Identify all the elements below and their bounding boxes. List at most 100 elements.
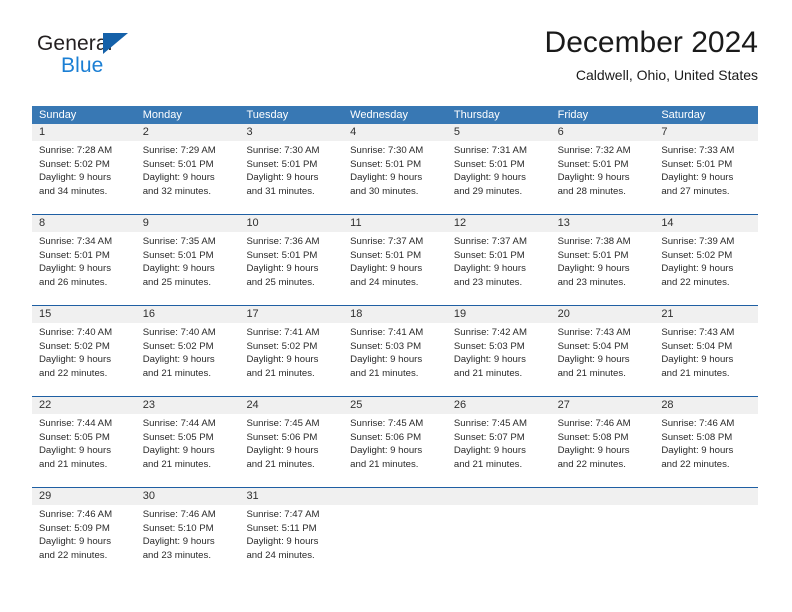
day-details: Sunrise: 7:32 AM Sunset: 5:01 PM Daylight:…	[551, 141, 655, 198]
day-details: Sunrise: 7:37 AM Sunset: 5:01 PM Daylight:…	[343, 232, 447, 289]
day-cell[interactable]: 12 Sunrise: 7:37 AM Sunset: 5:01 PM Dayligh…	[446, 215, 551, 292]
sunrise-text: Sunrise: 7:30 AM	[246, 145, 320, 156]
daylight-text-line1: Daylight: 9 hours	[557, 354, 630, 366]
day-cell[interactable]: 27 Sunrise: 7:46 AM Sunset: 5:08 PM Dayligh…	[550, 397, 655, 474]
logo-text-general: General	[37, 32, 113, 55]
daylight-text-line2: and 21 minutes.	[350, 458, 419, 470]
day-cell[interactable]: 1 Sunrise: 7:28 AM Sunset: 5:02 PM Daylight…	[32, 124, 136, 201]
daylight-text-line2: and 29 minutes.	[453, 185, 523, 197]
day-number: 10	[239, 215, 344, 232]
daylight-text-line2: and 24 minutes.	[350, 276, 419, 288]
sunset-text: Sunset: 5:02 PM	[39, 158, 110, 170]
day-cell[interactable]: 7 Sunrise: 7:33 AM Sunset: 5:01 PM Daylight…	[654, 124, 759, 201]
day-cell[interactable]: 20 Sunrise: 7:43 AM Sunset: 5:04 PM Dayligh…	[550, 306, 655, 383]
calendar-week-row: 8 Sunrise: 7:34 AM Sunset: 5:01 PM Daylight…	[32, 214, 759, 292]
day-details: Sunrise: 7:41 AM Sunset: 5:02 PM Daylight:…	[239, 323, 343, 380]
day-number: 13	[550, 215, 655, 232]
daylight-text-line2: and 22 minutes.	[557, 458, 626, 470]
calendar-grid: Sunday Monday Tuesday Wednesday Thursday…	[32, 106, 759, 565]
day-number: 30	[135, 488, 240, 505]
daylight-text-line1: Daylight: 9 hours	[246, 536, 319, 548]
day-details: Sunrise: 7:29 AM Sunset: 5:01 PM Daylight:…	[136, 141, 240, 198]
daylight-text-line2: and 21 minutes.	[350, 367, 419, 379]
sunset-text: Sunset: 5:10 PM	[142, 522, 214, 534]
day-number: 4	[343, 124, 447, 141]
daylight-text-line2: and 27 minutes.	[661, 185, 730, 197]
daylight-text-line1: Daylight: 9 hours	[39, 445, 111, 457]
day-cell[interactable]: 18 Sunrise: 7:41 AM Sunset: 5:03 PM Dayligh…	[343, 306, 447, 383]
day-cell[interactable]: 25 Sunrise: 7:45 AM Sunset: 5:06 PM Dayligh…	[343, 397, 447, 474]
daylight-text-line2: and 31 minutes.	[246, 185, 315, 197]
day-cell[interactable]: 15 Sunrise: 7:40 AM Sunset: 5:02 PM Dayligh…	[32, 306, 136, 383]
day-cell[interactable]: 29 Sunrise: 7:46 AM Sunset: 5:09 PM Dayligh…	[32, 488, 136, 565]
day-cell[interactable]: 19 Sunrise: 7:42 AM Sunset: 5:03 PM Dayligh…	[446, 306, 551, 383]
day-cell[interactable]: 13 Sunrise: 7:38 AM Sunset: 5:01 PM Dayligh…	[550, 215, 655, 292]
sunrise-text: Sunrise: 7:39 AM	[661, 236, 735, 247]
day-cell-empty	[550, 488, 655, 565]
sunset-text: Sunset: 5:06 PM	[246, 431, 318, 443]
day-cell[interactable]: 3 Sunrise: 7:30 AM Sunset: 5:01 PM Daylight…	[239, 124, 344, 201]
day-details: Sunrise: 7:38 AM Sunset: 5:01 PM Daylight:…	[551, 232, 655, 289]
day-cell[interactable]: 28 Sunrise: 7:46 AM Sunset: 5:08 PM Dayligh…	[654, 397, 759, 474]
daylight-text-line1: Daylight: 9 hours	[350, 354, 423, 366]
day-cell[interactable]: 21 Sunrise: 7:43 AM Sunset: 5:04 PM Dayligh…	[654, 306, 759, 383]
sunset-text: Sunset: 5:01 PM	[661, 158, 733, 170]
sunset-text: Sunset: 5:04 PM	[557, 340, 629, 352]
day-cell[interactable]: 17 Sunrise: 7:41 AM Sunset: 5:02 PM Dayligh…	[239, 306, 344, 383]
sunrise-text: Sunrise: 7:36 AM	[246, 236, 320, 247]
day-cell[interactable]: 9 Sunrise: 7:35 AM Sunset: 5:01 PM Daylight…	[135, 215, 240, 292]
day-cell[interactable]: 26 Sunrise: 7:45 AM Sunset: 5:07 PM Dayligh…	[446, 397, 551, 474]
day-number: 24	[239, 397, 344, 414]
general-blue-logo[interactable]: General Blue	[32, 32, 272, 84]
day-cell[interactable]: 31 Sunrise: 7:47 AM Sunset: 5:11 PM Dayligh…	[239, 488, 344, 565]
day-details: Sunrise: 7:45 AM Sunset: 5:06 PM Daylight:…	[239, 414, 343, 471]
sunrise-text: Sunrise: 7:43 AM	[661, 327, 735, 338]
sunrise-text: Sunrise: 7:32 AM	[557, 145, 631, 156]
day-cell[interactable]: 30 Sunrise: 7:46 AM Sunset: 5:10 PM Dayligh…	[135, 488, 240, 565]
day-cell[interactable]: 14 Sunrise: 7:39 AM Sunset: 5:02 PM Dayligh…	[654, 215, 759, 292]
sunrise-text: Sunrise: 7:28 AM	[39, 145, 113, 156]
sunset-text: Sunset: 5:09 PM	[39, 522, 110, 534]
daylight-text-line1: Daylight: 9 hours	[39, 536, 111, 548]
sunset-text: Sunset: 5:01 PM	[453, 158, 525, 170]
sunrise-text: Sunrise: 7:45 AM	[350, 418, 424, 429]
sunset-text: Sunset: 5:03 PM	[453, 340, 525, 352]
day-cell[interactable]: 24 Sunrise: 7:45 AM Sunset: 5:06 PM Dayligh…	[239, 397, 344, 474]
daylight-text-line1: Daylight: 9 hours	[661, 172, 734, 184]
day-details: Sunrise: 7:43 AM Sunset: 5:04 PM Daylight:…	[551, 323, 655, 380]
day-number: 27	[550, 397, 655, 414]
day-details: Sunrise: 7:42 AM Sunset: 5:03 PM Daylight:…	[447, 323, 551, 380]
day-details: Sunrise: 7:36 AM Sunset: 5:01 PM Daylight:…	[239, 232, 343, 289]
sunrise-text: Sunrise: 7:45 AM	[246, 418, 320, 429]
day-cell[interactable]: 11 Sunrise: 7:37 AM Sunset: 5:01 PM Dayligh…	[343, 215, 447, 292]
day-details	[654, 505, 758, 508]
weekday-header-monday: Monday	[142, 109, 182, 121]
daylight-text-line2: and 21 minutes.	[39, 458, 108, 470]
sunrise-text: Sunrise: 7:37 AM	[453, 236, 527, 247]
sunrise-text: Sunrise: 7:38 AM	[557, 236, 631, 247]
day-number: 6	[550, 124, 655, 141]
sunrise-text: Sunrise: 7:46 AM	[557, 418, 631, 429]
weekday-header-saturday: Saturday	[661, 109, 706, 121]
day-cell[interactable]: 10 Sunrise: 7:36 AM Sunset: 5:01 PM Dayligh…	[239, 215, 344, 292]
daylight-text-line1: Daylight: 9 hours	[661, 263, 734, 275]
day-cell[interactable]: 23 Sunrise: 7:44 AM Sunset: 5:05 PM Dayligh…	[135, 397, 240, 474]
sunrise-text: Sunrise: 7:44 AM	[39, 418, 113, 429]
day-cell[interactable]: 8 Sunrise: 7:34 AM Sunset: 5:01 PM Daylight…	[32, 215, 136, 292]
day-cell[interactable]: 22 Sunrise: 7:44 AM Sunset: 5:05 PM Dayligh…	[32, 397, 136, 474]
day-cell[interactable]: 16 Sunrise: 7:40 AM Sunset: 5:02 PM Dayligh…	[135, 306, 240, 383]
day-cell[interactable]: 6 Sunrise: 7:32 AM Sunset: 5:01 PM Daylight…	[550, 124, 655, 201]
sunset-text: Sunset: 5:08 PM	[557, 431, 629, 443]
day-number: 20	[550, 306, 655, 323]
logo-text-blue: Blue	[61, 54, 104, 77]
day-details: Sunrise: 7:45 AM Sunset: 5:06 PM Daylight:…	[343, 414, 447, 471]
day-cell[interactable]: 2 Sunrise: 7:29 AM Sunset: 5:01 PM Daylight…	[135, 124, 240, 201]
sunset-text: Sunset: 5:02 PM	[246, 340, 318, 352]
sunset-text: Sunset: 5:01 PM	[246, 158, 318, 170]
day-cell[interactable]: 5 Sunrise: 7:31 AM Sunset: 5:01 PM Daylight…	[446, 124, 551, 201]
sunrise-text: Sunrise: 7:46 AM	[661, 418, 735, 429]
sunset-text: Sunset: 5:02 PM	[39, 340, 110, 352]
day-details: Sunrise: 7:47 AM Sunset: 5:11 PM Daylight:…	[239, 505, 343, 562]
day-cell[interactable]: 4 Sunrise: 7:30 AM Sunset: 5:01 PM Daylight…	[343, 124, 447, 201]
day-details: Sunrise: 7:46 AM Sunset: 5:08 PM Daylight:…	[551, 414, 655, 471]
